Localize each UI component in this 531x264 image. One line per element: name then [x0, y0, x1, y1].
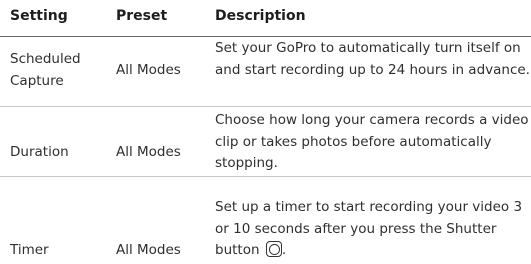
shutter-button-icon: [265, 241, 282, 257]
setting-label-line2: Capture: [10, 72, 64, 89]
description-text: Set up a timer to start recording your v…: [215, 199, 523, 258]
description-cell: Set your GoPro to automatically turn its…: [215, 40, 530, 78]
preset-cell: All Modes: [116, 144, 181, 160]
table-row-timer: Timer All Modes Set up a timer to start …: [0, 177, 531, 264]
setting-cell: Duration: [10, 144, 69, 160]
setting-label-line1: Scheduled: [10, 51, 81, 67]
table-row-scheduled-capture: Scheduled Capture All Modes Set your GoP…: [0, 37, 531, 107]
description-cell: Choose how long your camera records a vi…: [215, 112, 529, 171]
setting-cell: Scheduled Capture: [10, 49, 110, 92]
description-end: .: [281, 242, 287, 258]
header-setting: Setting: [10, 8, 68, 24]
setting-cell: Timer: [10, 242, 49, 258]
table-row-duration: Duration All Modes Choose how long your …: [0, 107, 531, 177]
preset-cell: All Modes: [116, 62, 181, 78]
preset-cell: All Modes: [116, 242, 181, 258]
description-cell: Set up a timer to start recording your v…: [215, 197, 531, 262]
table-header: Setting Preset Description: [0, 0, 531, 37]
header-description: Description: [215, 8, 306, 24]
settings-table: Setting Preset Description Scheduled Cap…: [0, 0, 531, 264]
header-preset: Preset: [116, 8, 168, 24]
